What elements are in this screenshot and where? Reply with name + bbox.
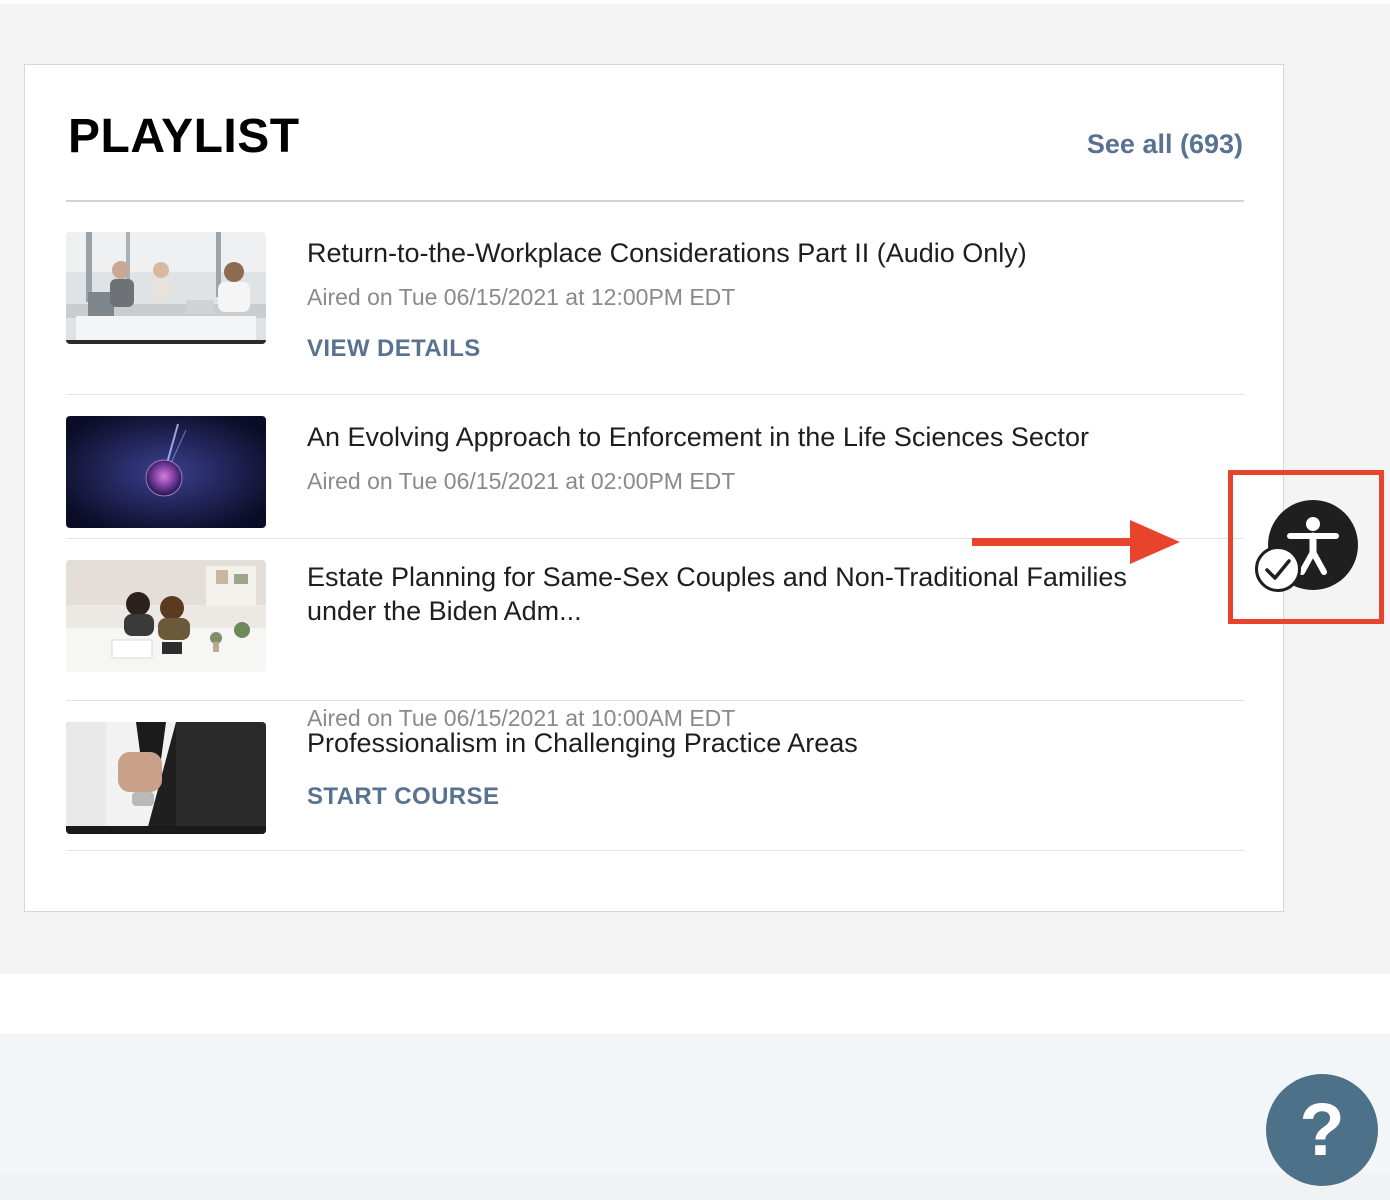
playlist-card: PLAYLIST See all (693) Return-to-the-Wor…: [24, 64, 1284, 912]
see-all-link[interactable]: See all (693): [1087, 127, 1243, 161]
accessibility-status-badge: [1255, 546, 1301, 592]
office-meeting-thumbnail[interactable]: [66, 232, 266, 344]
playlist-item: Return-to-the-Workplace Considerations P…: [66, 202, 1244, 395]
playlist-title: PLAYLIST: [68, 110, 300, 163]
arrow-right-icon: [972, 520, 1180, 564]
plasma-globe-photo: [66, 416, 266, 528]
playlist-item: Professionalism in Challenging Practice …: [66, 701, 1244, 851]
item-title[interactable]: Estate Planning for Same-Sex Couples and…: [307, 560, 1187, 628]
item-title[interactable]: An Evolving Approach to Enforcement in t…: [307, 420, 1207, 454]
businessman-tie-thumbnail[interactable]: [66, 722, 266, 834]
office-meeting-photo: [66, 232, 266, 344]
checkmark-icon: [1265, 559, 1291, 580]
start-course-link[interactable]: START COURSE: [307, 782, 499, 812]
view-details-link[interactable]: VIEW DETAILS: [307, 334, 481, 364]
item-title[interactable]: Professionalism in Challenging Practice …: [307, 726, 1207, 760]
businessman-tie-photo: [66, 722, 266, 834]
couple-at-table-thumbnail[interactable]: [66, 560, 266, 672]
item-air-date: Aired on Tue 06/15/2021 at 02:00PM EDT: [307, 468, 736, 494]
footer-bottom: [0, 1174, 1390, 1200]
item-title[interactable]: Return-to-the-Workplace Considerations P…: [307, 236, 1207, 270]
item-air-date: Aired on Tue 06/15/2021 at 12:00PM EDT: [307, 284, 736, 310]
help-button[interactable]: ?: [1266, 1074, 1378, 1186]
couple-at-table-photo: [66, 560, 266, 672]
plasma-globe-thumbnail[interactable]: [66, 416, 266, 528]
footer-area: [0, 1034, 1390, 1174]
